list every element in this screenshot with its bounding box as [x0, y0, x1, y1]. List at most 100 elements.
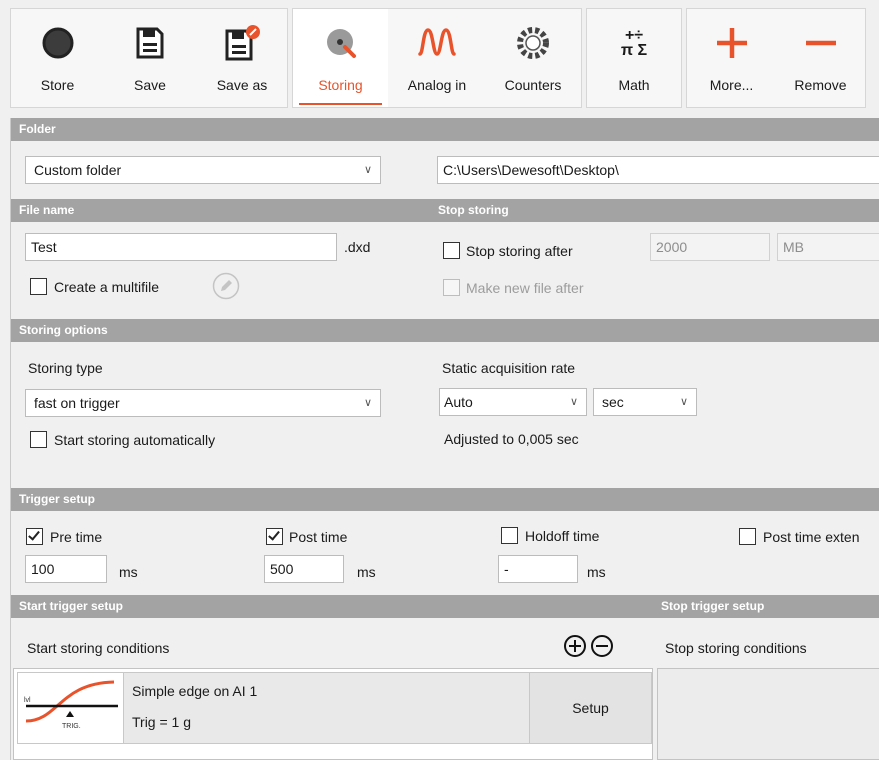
chevron-down-icon: ∨: [679, 396, 688, 408]
folder-header: Folder: [11, 118, 879, 141]
pre-time-label: Pre time: [50, 529, 103, 545]
post-time-label: Post time: [289, 529, 348, 545]
setup-label: Setup: [572, 700, 609, 716]
stop-storing-header-label: Stop storing: [438, 203, 509, 217]
storing-settings-panel: Folder Custom folder ∨ C:\Users\Dewesoft…: [10, 118, 879, 760]
post-time-extension-checkbox[interactable]: [739, 528, 756, 545]
analog-in-label: Analog in: [407, 77, 467, 93]
folder-type-select[interactable]: Custom folder ∨: [25, 156, 381, 184]
toolbar-group-edit: More... Remove: [686, 8, 866, 108]
condition-detail: Trig = 1 g: [132, 714, 192, 730]
start-conditions-label: Start storing conditions: [27, 640, 170, 656]
counters-tab[interactable]: Counters: [485, 9, 581, 107]
pre-time-value: 100: [31, 561, 55, 577]
counters-label: Counters: [504, 77, 562, 93]
stop-storing-unit: MB: [783, 239, 804, 255]
post-time-value: 500: [270, 561, 294, 577]
storing-options-header: Storing options: [11, 319, 879, 342]
condition-setup-button[interactable]: Setup: [529, 673, 652, 743]
save-label: Save: [134, 77, 166, 93]
pre-time-checkbox[interactable]: [26, 528, 43, 545]
acquisition-rate-select[interactable]: Auto ∨: [439, 388, 587, 416]
acquisition-rate-unit: sec: [602, 394, 624, 410]
floppy-disk-icon: [104, 23, 196, 63]
file-name-value: Test: [31, 239, 57, 255]
pre-time-input[interactable]: 100: [25, 555, 107, 583]
stop-conditions-label: Stop storing conditions: [665, 640, 807, 656]
trigger-conditions-header: Start trigger setup Stop trigger setup: [11, 595, 879, 618]
multifile-label: Create a multifile: [54, 279, 160, 295]
math-symbols-icon: +÷ π Σ: [587, 23, 681, 63]
holdoff-time-value: -: [504, 561, 509, 577]
floppy-disk-edit-icon: [196, 23, 288, 63]
toolbar-group-file: Store Save Save as: [10, 8, 288, 108]
math-glyph-bottom: π Σ: [620, 42, 648, 59]
thumb-trig-label: TRIG.: [62, 723, 81, 730]
math-tab[interactable]: +÷ π Σ Math: [587, 9, 681, 107]
start-trigger-header-label: Start trigger setup: [19, 599, 124, 613]
stop-storing-unit-select[interactable]: MB: [777, 233, 879, 261]
holdoff-time-input[interactable]: -: [498, 555, 578, 583]
add-condition-button[interactable]: [564, 635, 586, 657]
stop-storing-value-input[interactable]: 2000: [650, 233, 770, 261]
post-time-extension-label: Post time exten: [763, 529, 860, 545]
folder-path-input[interactable]: C:\Users\Dewesoft\Desktop\: [437, 156, 879, 184]
math-label: Math: [618, 77, 650, 93]
holdoff-time-checkbox[interactable]: [501, 527, 518, 544]
stop-storing-value: 2000: [656, 239, 688, 255]
main-toolbar: Store Save Save as Storing Analog in Cou…: [0, 0, 879, 114]
file-name-header-label: File name: [19, 203, 75, 217]
toolbar-group-setup: Storing Analog in Counters: [292, 8, 582, 108]
list-item[interactable]: lvl TRIG. Simple edge on AI 1 Trig = 1 g…: [17, 672, 652, 744]
more-button[interactable]: More...: [687, 9, 776, 107]
save-button[interactable]: Save: [104, 9, 196, 107]
acquisition-rate-value: Auto: [444, 394, 473, 410]
save-as-button[interactable]: Save as: [196, 9, 288, 107]
chevron-down-icon: ∨: [363, 164, 372, 176]
stop-storing-after-checkbox[interactable]: [443, 242, 460, 259]
remove-button[interactable]: Remove: [776, 9, 865, 107]
thumb-level-label: lvl: [24, 697, 31, 704]
counter-gear-icon: [485, 23, 581, 63]
storing-type-value: fast on trigger: [34, 395, 120, 411]
chevron-down-icon: ∨: [569, 396, 578, 408]
storing-type-select[interactable]: fast on trigger ∨: [25, 389, 381, 417]
stop-storing-after-label: Stop storing after: [466, 243, 573, 259]
chevron-down-icon: ∨: [363, 397, 372, 409]
analog-in-tab[interactable]: Analog in: [389, 9, 485, 107]
acquisition-rate-unit-select[interactable]: sec ∨: [593, 388, 697, 416]
post-time-input[interactable]: 500: [264, 555, 344, 583]
condition-title: Simple edge on AI 1: [132, 683, 258, 699]
record-icon: [11, 23, 104, 63]
remove-condition-button[interactable]: [591, 635, 613, 657]
stop-conditions-list: [657, 668, 879, 760]
post-time-unit: ms: [357, 564, 376, 580]
checkmark-icon: [268, 528, 280, 541]
edge-trigger-thumbnail-icon: lvl TRIG.: [18, 673, 124, 743]
sine-wave-icon: [389, 23, 485, 63]
multifile-checkbox[interactable]: [30, 278, 47, 295]
file-extension-label: .dxd: [344, 239, 371, 255]
storing-type-label: Storing type: [28, 360, 103, 376]
math-glyph-top: +÷: [624, 27, 644, 44]
acquisition-rate-label: Static acquisition rate: [442, 360, 576, 376]
holdoff-time-label: Holdoff time: [525, 528, 600, 544]
save-as-label: Save as: [216, 77, 268, 93]
store-label: Store: [40, 77, 75, 93]
pencil-edit-icon[interactable]: [212, 272, 240, 300]
trigger-setup-header-label: Trigger setup: [19, 492, 96, 506]
storing-disk-icon: [293, 23, 388, 63]
holdoff-time-unit: ms: [587, 564, 606, 580]
storing-label: Storing: [318, 77, 363, 93]
make-new-file-checkbox[interactable]: [443, 279, 460, 296]
adjusted-rate-text: Adjusted to 0,005 sec: [444, 431, 579, 447]
minus-icon: [776, 23, 865, 63]
file-name-header: File name Stop storing: [11, 199, 879, 222]
remove-label: Remove: [794, 77, 847, 93]
store-button[interactable]: Store: [11, 9, 104, 107]
auto-start-checkbox[interactable]: [30, 431, 47, 448]
post-time-checkbox[interactable]: [266, 528, 283, 545]
file-name-input[interactable]: Test: [25, 233, 337, 261]
storing-tab[interactable]: Storing: [293, 9, 388, 107]
start-conditions-list: lvl TRIG. Simple edge on AI 1 Trig = 1 g…: [13, 668, 653, 760]
